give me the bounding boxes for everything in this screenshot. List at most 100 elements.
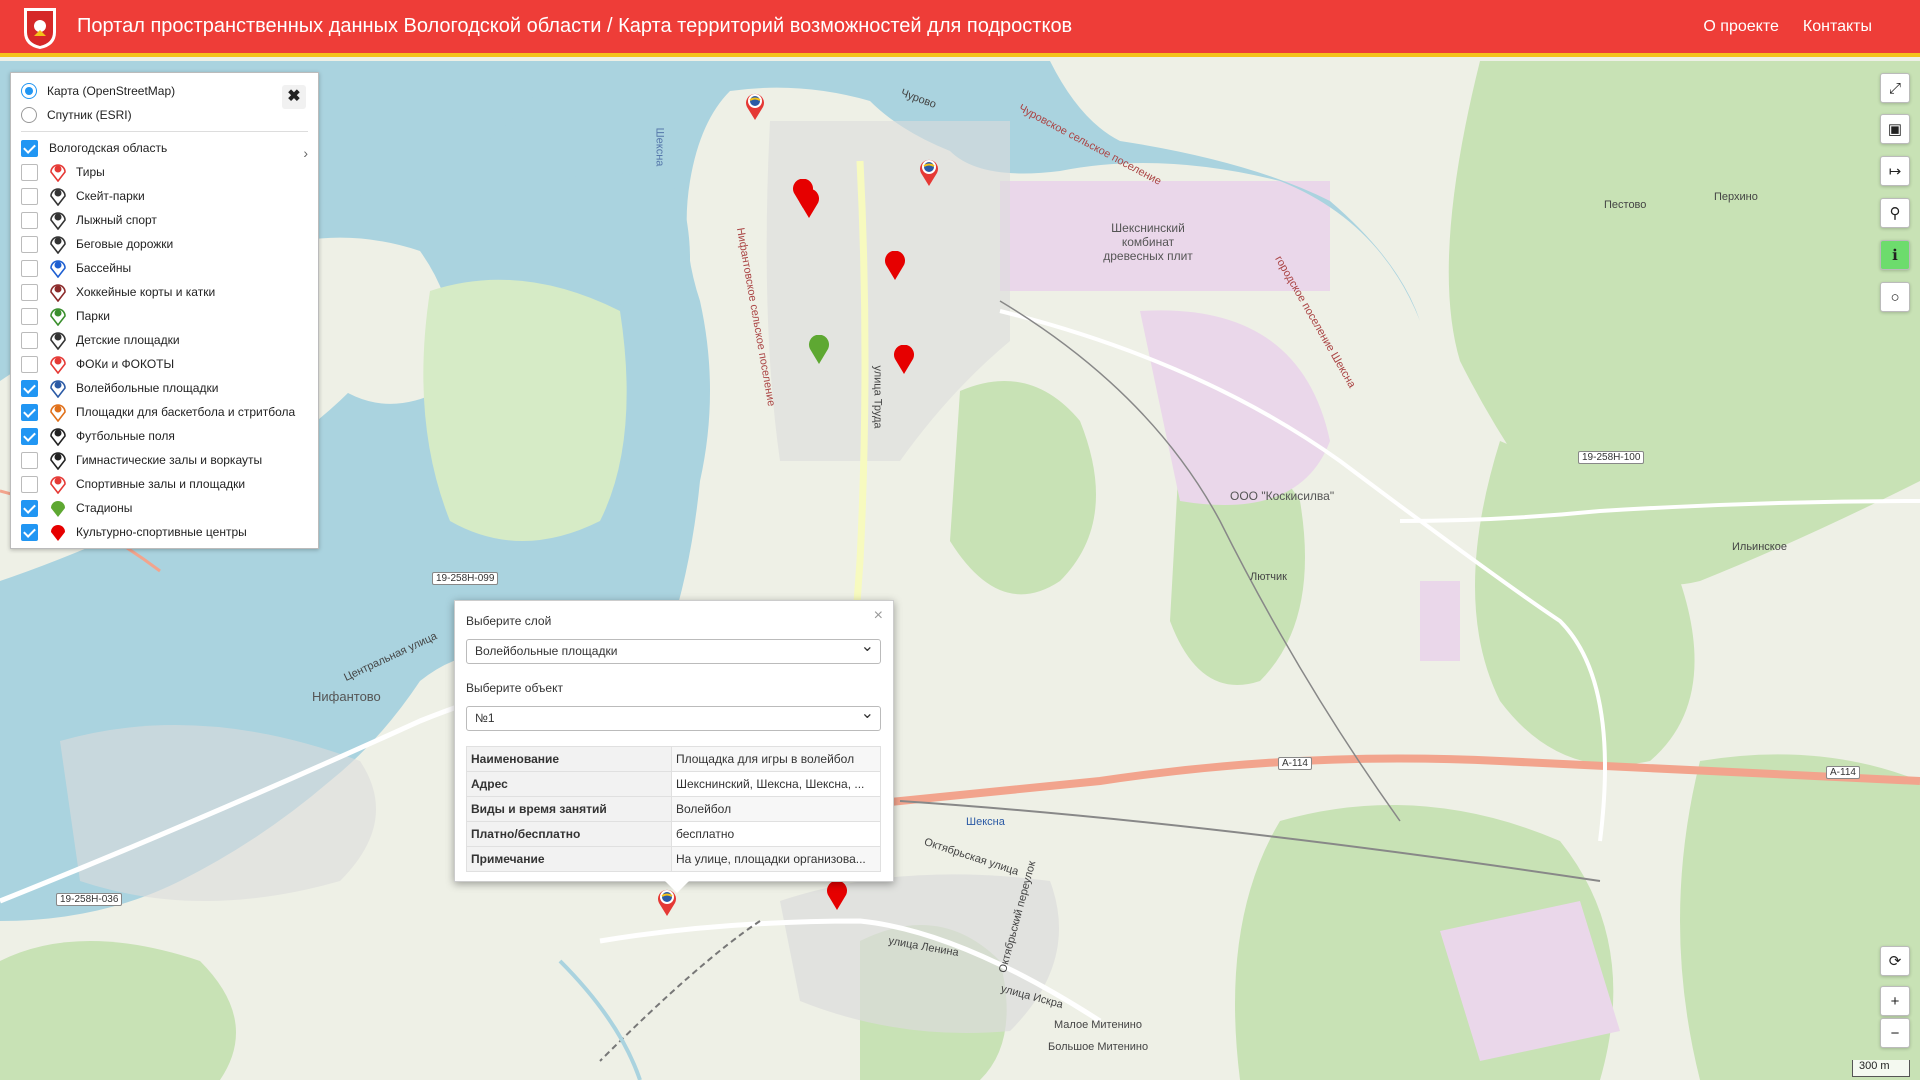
layer-label: Парки [76, 309, 110, 323]
map-label-river: Шексна [653, 127, 666, 167]
volleyball-marker[interactable] [744, 91, 766, 121]
info-button[interactable]: ℹ [1880, 240, 1910, 270]
checkbox-icon[interactable] [21, 235, 38, 253]
shooting-range-icon [50, 164, 66, 182]
layer-item[interactable]: Спортивные залы и площадки [21, 473, 245, 495]
nav-about-link[interactable]: О проекте [1703, 18, 1778, 36]
culture-center-marker[interactable] [798, 189, 820, 219]
fullscreen-icon: ⤢ [1888, 79, 1901, 97]
map-label-lyutchik: Лютчик [1250, 571, 1287, 583]
radio-icon[interactable] [21, 83, 37, 99]
checkbox-icon[interactable] [21, 187, 38, 205]
sports-hall-icon [50, 476, 66, 494]
divider [21, 131, 308, 132]
refresh-icon: ⟳ [1888, 953, 1902, 970]
layer-item[interactable]: Площадки для баскетбола и стритбола [21, 401, 295, 423]
chevron-right-icon[interactable]: › [303, 145, 308, 161]
zoom-out-button[interactable]: − [1880, 1018, 1910, 1048]
map-label-perkhino: Перхино [1714, 191, 1758, 203]
road-shield: 19-258Н-100 [1578, 451, 1645, 464]
culture-center-marker[interactable] [826, 881, 848, 911]
layer-select-label: Выберите слой [466, 614, 552, 628]
layer-item[interactable]: ФОКи и ФОКОТЫ [21, 353, 174, 375]
layer-label: Беговые дорожки [76, 237, 174, 251]
object-select[interactable]: №1 [466, 702, 881, 731]
checkbox-icon[interactable] [21, 451, 38, 469]
layer-label: Гимнастические залы и воркауты [76, 453, 263, 467]
culture-center-marker[interactable] [893, 345, 915, 375]
top-nav: О проекте Контакты [1703, 18, 1872, 36]
layer-item[interactable]: Парки [21, 305, 110, 327]
culture-center-icon [51, 525, 65, 541]
region-label: Вологодская область [49, 141, 168, 155]
skatepark-icon [50, 188, 66, 206]
attribute-table: Наименование Площадка для игры в волейбол… [466, 746, 881, 872]
refresh-button[interactable]: ⟳ [1880, 946, 1910, 976]
nav-contacts-link[interactable]: Контакты [1803, 18, 1872, 36]
basemap-option-esri[interactable]: Спутник (ESRI) [21, 105, 132, 125]
volleyball-icon [50, 380, 66, 398]
zoom-out-icon: − [1890, 1024, 1900, 1042]
volleyball-marker[interactable] [918, 157, 940, 187]
checkbox-icon[interactable] [21, 499, 38, 517]
hockey-icon [50, 284, 66, 302]
basemap-option-osm[interactable]: Карта (OpenStreetMap) [21, 81, 175, 101]
close-panel-button[interactable]: ✖ [282, 85, 306, 109]
checkbox-icon[interactable] [21, 259, 38, 277]
layer-label: Хоккейные корты и катки [76, 285, 216, 299]
layer-label: ФОКи и ФОКОТЫ [76, 357, 175, 371]
layer-item[interactable]: Беговые дорожки [21, 233, 173, 255]
road-shield: А-114 [1826, 766, 1860, 779]
basketball-icon [50, 404, 66, 422]
layer-item[interactable]: Бассейны [21, 257, 131, 279]
checkbox-icon[interactable] [21, 355, 38, 373]
checkbox-icon[interactable] [21, 523, 38, 541]
layer-item[interactable]: Детские площадки [21, 329, 180, 351]
checkbox-icon[interactable] [21, 139, 38, 157]
layer-item[interactable]: Хоккейные корты и катки [21, 281, 215, 303]
attribute-value: бесплатно [671, 821, 881, 847]
zoom-in-button[interactable]: + [1880, 986, 1910, 1016]
layer-item[interactable]: Скейт-парки [21, 185, 145, 207]
radio-icon[interactable] [21, 107, 37, 123]
layer-label: Лыжный спорт [76, 213, 157, 227]
checkbox-icon[interactable] [21, 475, 38, 493]
layer-select[interactable]: Волейбольные площадки [466, 635, 881, 664]
layers-toggle-button[interactable]: ▣ [1880, 114, 1910, 144]
checkbox-icon[interactable] [21, 379, 38, 397]
layer-item[interactable]: Гимнастические залы и воркауты [21, 449, 262, 471]
attribute-row: Примечание На улице, площадки организова.… [466, 846, 881, 872]
attribute-key: Виды и время занятий [466, 796, 672, 822]
draw-circle-button[interactable]: ○ [1880, 282, 1910, 312]
layer-item[interactable]: Футбольные поля [21, 425, 175, 447]
checkbox-icon[interactable] [21, 283, 38, 301]
layer-label: Детские площадки [76, 333, 180, 347]
checkbox-icon[interactable] [21, 163, 38, 181]
map-label-koskisilva: ООО "Коскисилва" [1230, 489, 1335, 503]
layer-group-region[interactable]: Вологодская область [21, 137, 167, 159]
layer-item[interactable]: Лыжный спорт [21, 209, 157, 231]
attribute-key: Наименование [466, 746, 672, 772]
culture-center-marker[interactable] [884, 251, 906, 281]
fullscreen-button[interactable]: ⤢ [1880, 73, 1910, 103]
layer-item[interactable]: Тиры [21, 161, 105, 183]
map-label-kombinat: Шекснинский комбинат древесных плит [1103, 221, 1193, 263]
checkbox-icon[interactable] [21, 331, 38, 349]
stadium-marker[interactable] [808, 335, 830, 365]
scale-bar: 300 m [1852, 1060, 1910, 1077]
locate-button[interactable]: ⚲ [1880, 198, 1910, 228]
layer-item[interactable]: Волейбольные площадки [21, 377, 218, 399]
map-label-sheksna: Шексна [966, 816, 1005, 828]
layer-item[interactable]: Стадионы [21, 497, 132, 519]
attribute-row: Адрес Шекснинский, Шексна, Шексна, ... [466, 771, 881, 797]
checkbox-icon[interactable] [21, 427, 38, 445]
checkbox-icon[interactable] [21, 403, 38, 421]
checkbox-icon[interactable] [21, 307, 38, 325]
layer-item[interactable]: Культурно-спортивные центры [21, 521, 247, 543]
measure-icon: ↦ [1888, 163, 1902, 180]
close-popup-icon[interactable]: × [874, 607, 883, 625]
measure-button[interactable]: ↦ [1880, 156, 1910, 186]
coat-of-arms-logo[interactable] [22, 6, 58, 50]
info-icon: ℹ [1892, 247, 1898, 264]
checkbox-icon[interactable] [21, 211, 38, 229]
